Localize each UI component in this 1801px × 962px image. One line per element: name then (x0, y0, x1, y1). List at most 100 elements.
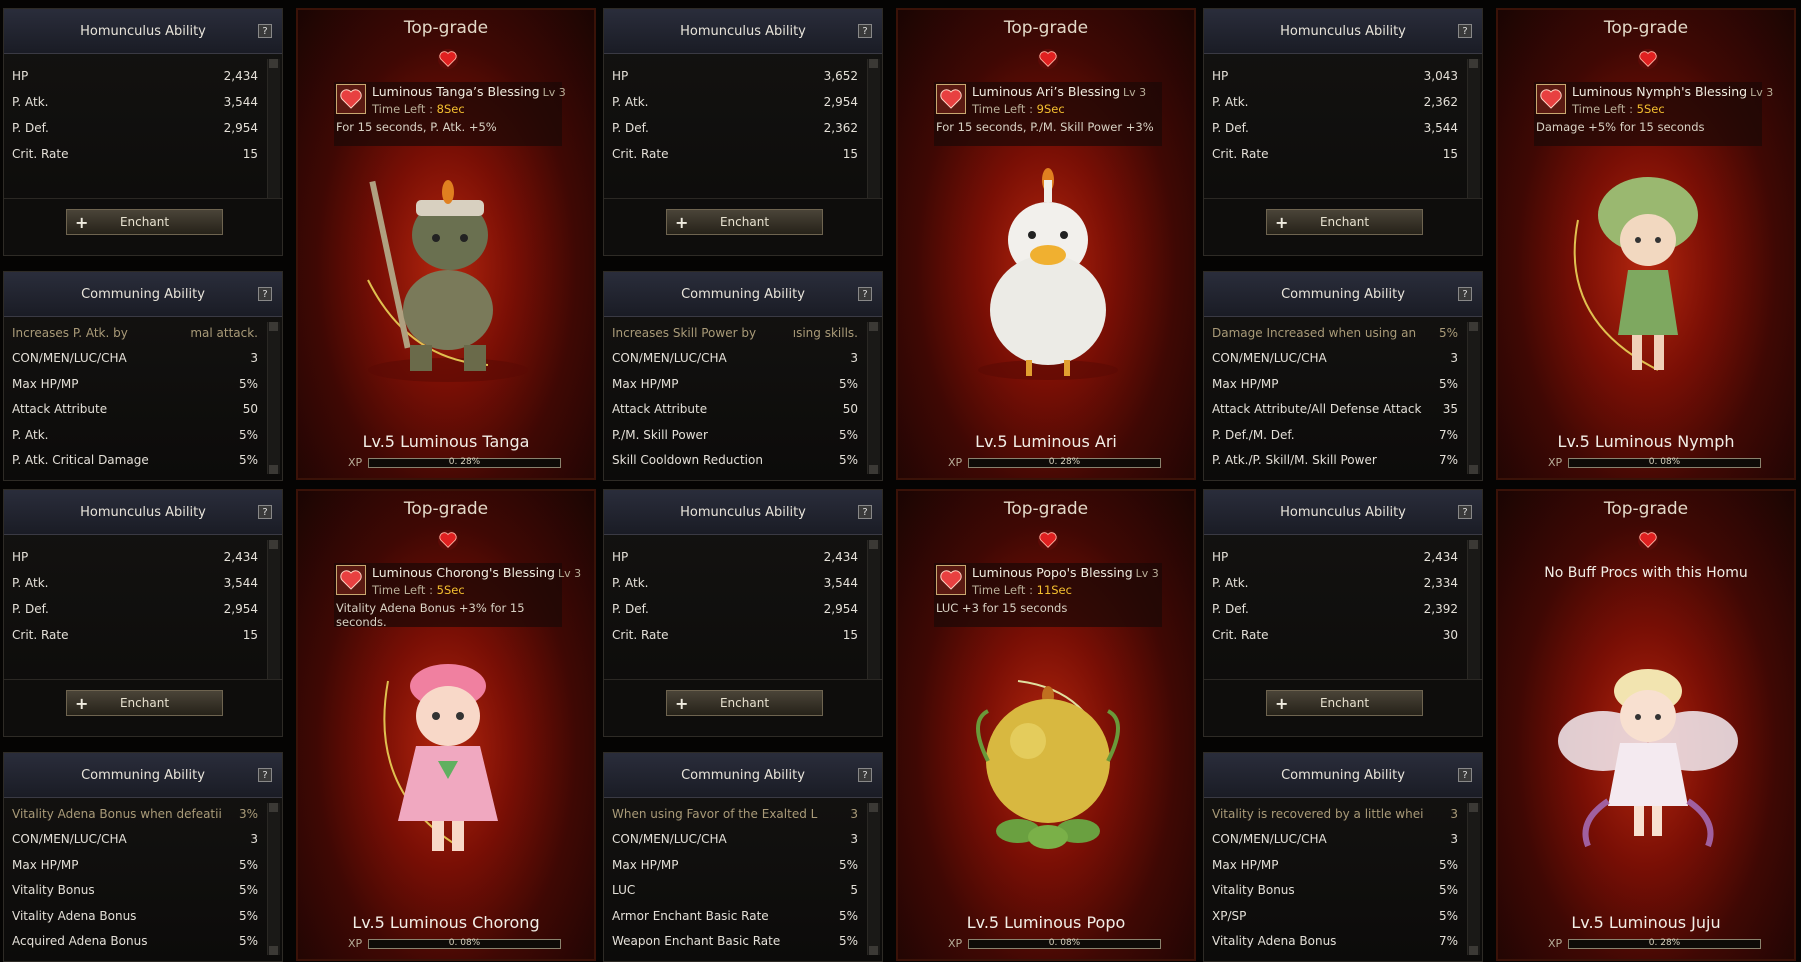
panel-header: Communing Ability ? (604, 272, 882, 317)
enchant-bar: + Enchant (4, 679, 282, 736)
panel-title: Homunculus Ability (80, 23, 206, 39)
stat-label: Crit. Rate (12, 628, 69, 642)
stat-value: 3,544 (1423, 121, 1458, 135)
stat-row: HP 2,434 (1208, 544, 1462, 570)
stat-row: P. Atk. 2,334 (1208, 570, 1462, 596)
buff-name: Luminous Popo's Blessing Lv 3 (972, 565, 1159, 580)
scrollbar[interactable] (267, 322, 280, 474)
scrollbar[interactable] (267, 59, 280, 219)
communing-row: Vitality Adena Bonus 5% (8, 903, 262, 929)
buff-name: Luminous Tanga’s Blessing Lv 3 (372, 84, 566, 99)
grade-label: Top-grade (1003, 499, 1089, 519)
help-button[interactable]: ? (1458, 505, 1472, 519)
enchant-button[interactable]: + Enchant (66, 690, 223, 716)
communing-value: 3 (1450, 832, 1458, 847)
scrollbar[interactable] (867, 803, 880, 955)
communing-value: 5% (238, 453, 258, 468)
golden-seed-figure (948, 641, 1148, 871)
plus-icon: + (1275, 213, 1289, 232)
xp-label: XP (1548, 456, 1563, 469)
xp-value: 0. 08% (448, 938, 481, 948)
help-button[interactable]: ? (258, 24, 272, 38)
scrollbar[interactable] (1467, 322, 1480, 474)
communing-value: 5% (1438, 325, 1458, 340)
scrollbar[interactable] (1467, 540, 1480, 700)
communing-label: Attack Attribute/All Defense Attack (1212, 402, 1422, 417)
communing-label: LUC (612, 883, 636, 898)
enchant-button[interactable]: + Enchant (666, 690, 823, 716)
enchant-button[interactable]: + Enchant (666, 209, 823, 235)
communing-row: P. Atk. 5% (8, 422, 262, 448)
communing-row: P. Def./M. Def. 7% (1208, 422, 1462, 448)
communing-value: 5% (238, 908, 258, 923)
communing-label: P. Atk./P. Skill/M. Skill Power (1212, 453, 1377, 468)
help-button[interactable]: ? (858, 287, 872, 301)
enchant-button[interactable]: + Enchant (1266, 690, 1423, 716)
homunculus-name: Lv.5 Luminous Nymph (1557, 432, 1735, 451)
help-button[interactable]: ? (258, 505, 272, 519)
communing-row: CON/MEN/LUC/CHA 3 (8, 827, 262, 853)
communing-row: P./M. Skill Power 5% (608, 422, 862, 448)
communing-value: 3 (850, 806, 858, 821)
scrollbar[interactable] (267, 540, 280, 700)
communing-row: P. Atk. Critical Damage 5% (8, 448, 262, 474)
communing-row: Vitality Bonus 5% (8, 878, 262, 904)
scrollbar[interactable] (867, 59, 880, 219)
plus-icon: + (75, 694, 89, 713)
communing-value: mal attack. (190, 325, 258, 340)
stat-label: P. Def. (1212, 602, 1249, 616)
stat-row: Crit. Rate 15 (608, 622, 862, 648)
scrollbar[interactable] (867, 540, 880, 700)
communing-ability-panel: Communing Ability ? When using Favor of … (603, 752, 883, 962)
stat-row: HP 2,434 (8, 544, 262, 570)
stat-value: 2,434 (823, 550, 858, 564)
stat-value: 3,544 (223, 95, 258, 109)
stat-value: 3,544 (823, 576, 858, 590)
help-button[interactable]: ? (258, 287, 272, 301)
help-button[interactable]: ? (1458, 287, 1472, 301)
communing-row: CON/MEN/LUC/CHA 3 (608, 346, 862, 372)
xp-value: 0. 28% (1648, 938, 1681, 948)
plus-icon: + (675, 213, 689, 232)
enchant-button[interactable]: + Enchant (1266, 209, 1423, 235)
buff-box: Luminous Chorong's Blessing Lv 3 Time Lef… (334, 563, 581, 629)
xp-bar: 0. 08% (1568, 457, 1761, 468)
communing-label: CON/MEN/LUC/CHA (1212, 832, 1327, 847)
communing-label: Attack Attribute (612, 402, 708, 417)
help-button[interactable]: ? (1458, 24, 1472, 38)
communing-row: Max HP/MP 5% (1208, 371, 1462, 397)
communing-value: 5% (838, 376, 858, 391)
scrollbar[interactable] (267, 803, 280, 955)
enchant-button[interactable]: + Enchant (66, 209, 223, 235)
communing-label: Vitality is recovered by a little whei (1212, 806, 1424, 821)
communing-label: Vitality Adena Bonus (12, 908, 137, 923)
scrollbar[interactable] (867, 322, 880, 474)
communing-label: Max HP/MP (1212, 376, 1279, 391)
buff-box: Luminous Ari’s Blessing Lv 3 Time Left : … (934, 82, 1162, 146)
stat-label: P. Atk. (1212, 576, 1249, 590)
panel-header: Homunculus Ability ? (4, 9, 282, 54)
enchant-label: Enchant (719, 215, 770, 229)
help-button[interactable]: ? (258, 768, 272, 782)
communing-label: Weapon Enchant Basic Rate (612, 934, 781, 949)
stat-label: P. Def. (612, 121, 649, 135)
stat-row: P. Def. 2,392 (1208, 596, 1462, 622)
help-button[interactable]: ? (1458, 768, 1472, 782)
help-button[interactable]: ? (858, 768, 872, 782)
communing-list: Vitality Adena Bonus when defeatii 3% CO… (8, 801, 262, 954)
communing-row: LUC 5 (608, 878, 862, 904)
help-button[interactable]: ? (858, 24, 872, 38)
stat-value: 3,043 (1423, 69, 1458, 83)
ability-column: Homunculus Ability ? HP 2,434 P. Atk. 3,… (3, 8, 283, 481)
communing-label: Attack Attribute (12, 402, 108, 417)
homunculus-ability-panel: Homunculus Ability ? HP 3,043 P. Atk. 2,… (1203, 8, 1483, 256)
blessing-heart-icon (336, 84, 366, 114)
help-button[interactable]: ? (858, 505, 872, 519)
communing-label: Increases P. Atk. by (12, 325, 128, 340)
stat-label: HP (612, 69, 629, 83)
communing-row: Increases P. Atk. by mal attack. (8, 320, 262, 346)
scrollbar[interactable] (1467, 803, 1480, 955)
pink-doll-figure (348, 641, 548, 871)
xp-value: 0. 08% (1048, 938, 1081, 948)
scrollbar[interactable] (1467, 59, 1480, 219)
